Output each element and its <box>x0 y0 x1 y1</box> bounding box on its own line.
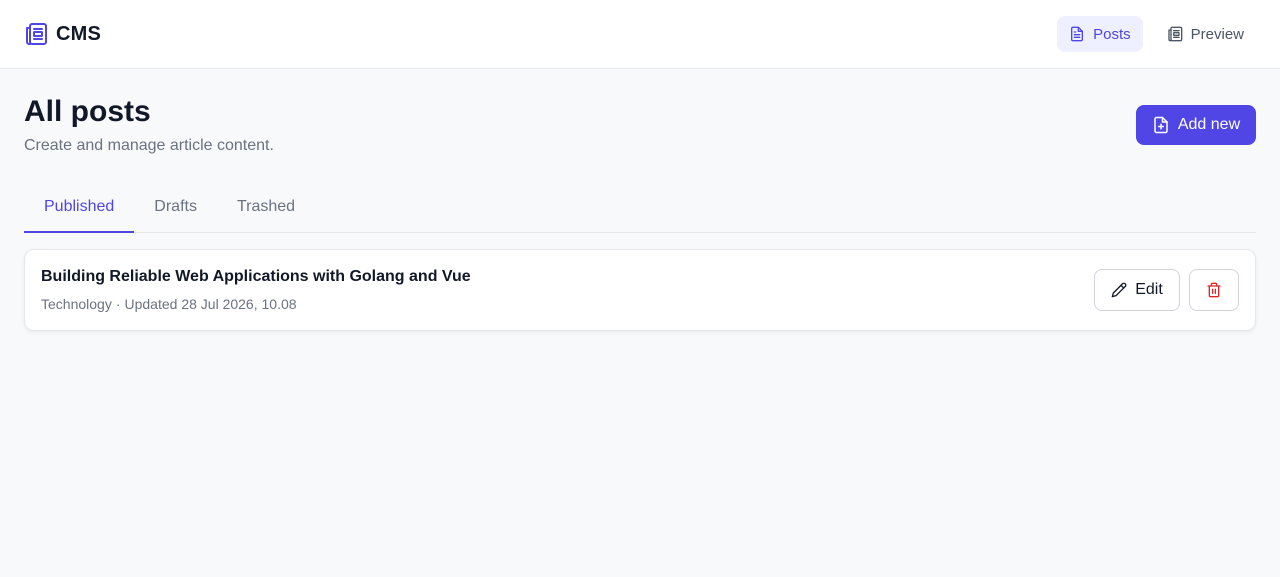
edit-button[interactable]: Edit <box>1094 269 1180 311</box>
main-nav: Posts Preview <box>1057 16 1256 52</box>
delete-button[interactable] <box>1189 269 1239 311</box>
page-title: All posts <box>24 95 151 128</box>
tab-published[interactable]: Published <box>24 183 135 233</box>
file-plus-icon <box>1152 116 1170 134</box>
nav-item-label: Preview <box>1190 25 1244 43</box>
post-info: Building Reliable Web Applications with … <box>41 268 471 312</box>
tab-trashed[interactable]: Trashed <box>217 183 315 233</box>
edit-label: Edit <box>1135 281 1163 298</box>
meta-separator: · <box>115 296 121 312</box>
nav-item-preview[interactable]: Preview <box>1155 16 1256 52</box>
post-updated: Updated 28 Jul 2026, 10.08 <box>124 296 297 312</box>
nav-item-posts[interactable]: Posts <box>1057 16 1143 52</box>
main-content: All posts Create and manage article cont… <box>0 69 1280 331</box>
top-bar: CMS Posts Preview <box>0 0 1280 69</box>
add-new-button[interactable]: Add new <box>1136 105 1256 145</box>
newspaper-icon <box>24 22 48 46</box>
tab-drafts[interactable]: Drafts <box>134 183 217 233</box>
brand[interactable]: CMS <box>24 22 101 46</box>
post-actions: Edit <box>1094 269 1239 311</box>
add-new-label: Add new <box>1177 116 1241 133</box>
page-subtitle: Create and manage article content. <box>24 137 274 154</box>
brand-name: CMS <box>56 22 102 45</box>
document-icon <box>1069 26 1085 42</box>
post-title[interactable]: Building Reliable Web Applications with … <box>41 268 471 286</box>
post-status-tabs: Published Drafts Trashed <box>24 183 1256 233</box>
nav-item-label: Posts <box>1093 25 1131 43</box>
post-meta: Technology · Updated 28 Jul 2026, 10.08 <box>41 296 471 312</box>
post-card: Building Reliable Web Applications with … <box>24 249 1256 331</box>
newspaper-icon <box>1167 26 1183 42</box>
pencil-icon <box>1111 282 1127 298</box>
post-category: Technology <box>41 296 112 312</box>
trash-icon <box>1206 282 1222 298</box>
